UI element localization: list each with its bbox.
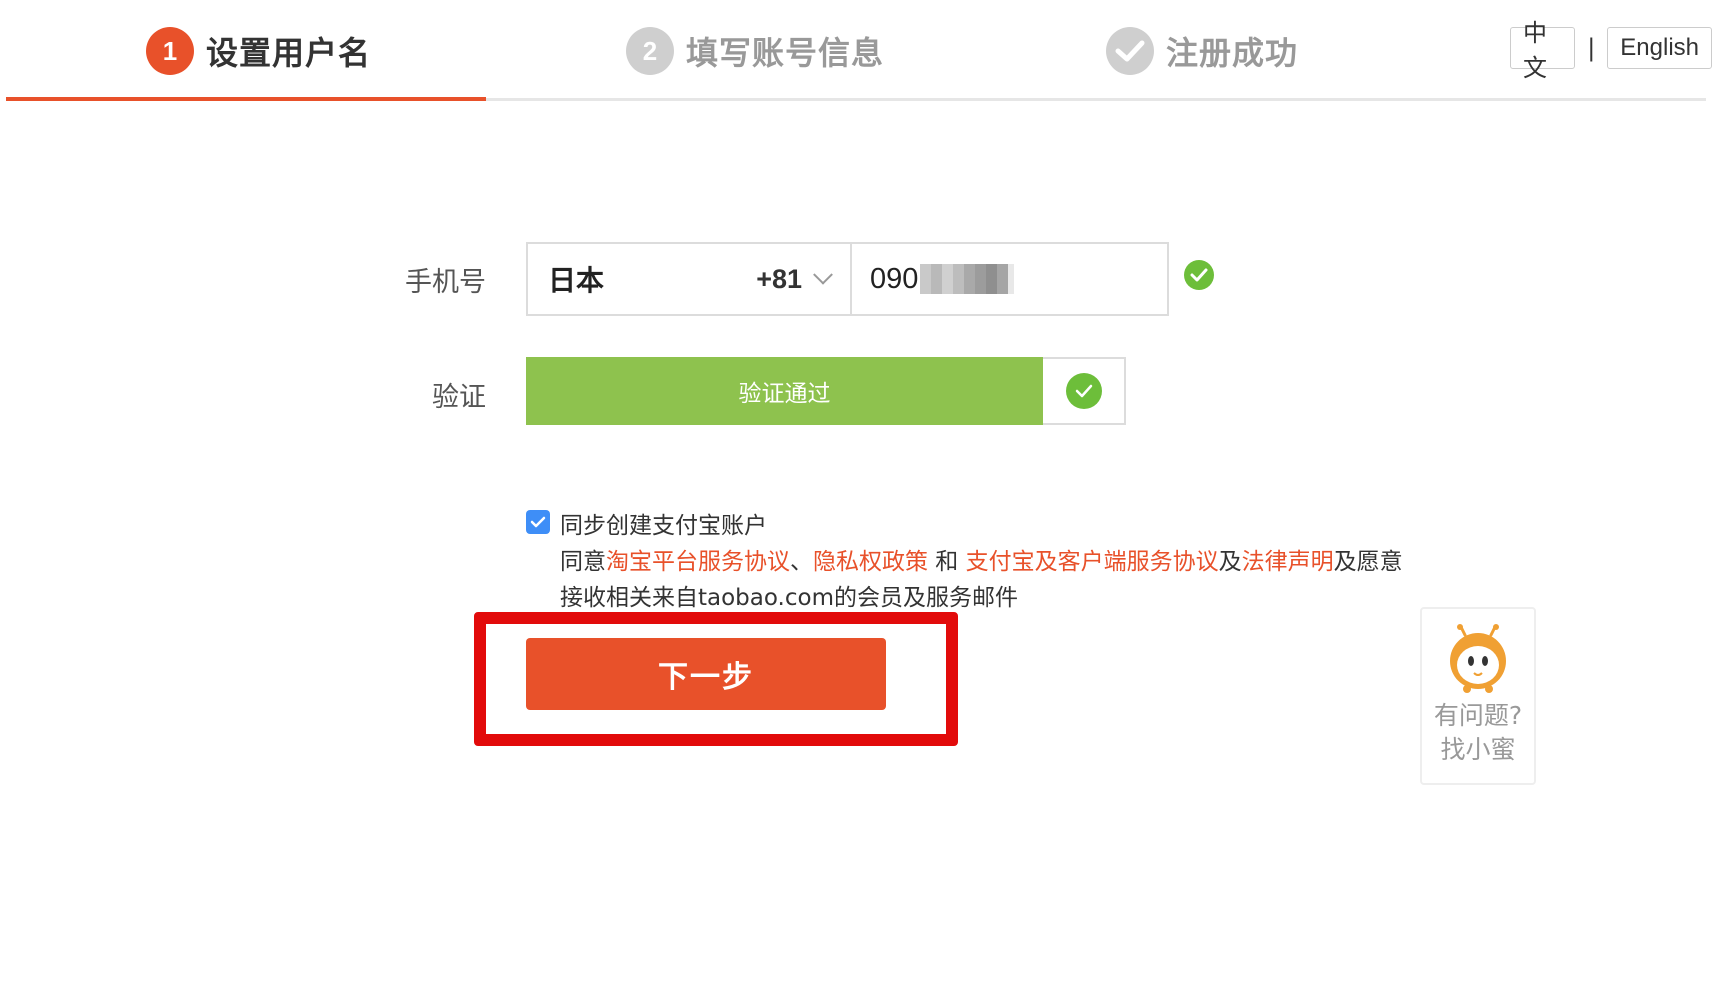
phone-valid-icon	[1184, 260, 1214, 290]
taobao-terms-link[interactable]: 淘宝平台服务协议	[606, 549, 790, 575]
assistant-mascot-icon	[1450, 624, 1506, 693]
phone-input-group: 日本 +81 090	[526, 242, 1169, 316]
step-1: 1 设置用户名	[146, 26, 371, 76]
verify-check-box	[1043, 357, 1126, 425]
step-2-number: 2	[626, 27, 674, 75]
country-code: +81	[756, 263, 802, 294]
alipay-sync-label: 同步创建支付宝账户	[560, 513, 767, 539]
language-switcher: 中文 | English	[1510, 20, 1712, 82]
alipay-terms-link[interactable]: 支付宝及客户端服务协议	[966, 549, 1219, 575]
help-assistant-widget[interactable]: 有问题? 找小蜜	[1420, 607, 1536, 785]
legal-statement-link[interactable]: 法律声明	[1242, 549, 1334, 575]
step-2: 2 填写账号信息	[626, 26, 884, 76]
redacted-number-mask	[920, 264, 1015, 294]
verify-status: 验证通过	[526, 357, 1043, 425]
agree-sep: 、	[790, 549, 813, 575]
help-line-2: 找小蜜	[1440, 735, 1516, 764]
agreement-line: 同意淘宝平台服务协议、隐私权政策 和 支付宝及客户端服务协议及法律声明及愿意	[560, 544, 1460, 580]
alipay-sync-checkbox[interactable]	[526, 510, 550, 534]
step-1-number: 1	[146, 27, 194, 75]
chevron-down-icon	[813, 264, 833, 285]
next-step-button[interactable]: 下一步	[526, 638, 886, 710]
step-3: 注册成功	[1106, 26, 1298, 76]
step-1-label: 设置用户名	[206, 34, 372, 72]
phone-number-value: 090	[870, 262, 919, 295]
step-progress-active	[6, 97, 486, 101]
agree-prefix: 同意	[560, 549, 606, 575]
agreement-email-line: 接收相关来自taobao.com的会员及服务邮件	[560, 585, 1018, 611]
country-select[interactable]: 日本 +81	[528, 244, 852, 314]
step-3-label: 注册成功	[1166, 34, 1299, 72]
lang-english-button[interactable]: English	[1607, 27, 1712, 69]
agree-and2: 及	[1218, 549, 1242, 575]
step-2-label: 填写账号信息	[686, 34, 885, 72]
agree-and: 和	[928, 549, 966, 575]
privacy-policy-link[interactable]: 隐私权政策	[813, 549, 928, 575]
registration-steps: 1 设置用户名 2 填写账号信息 注册成功 中文 | English	[0, 0, 1712, 102]
verified-check-icon	[1065, 373, 1102, 409]
verify-label: 验证	[432, 382, 486, 413]
help-line-1: 有问题?	[1433, 701, 1523, 730]
agree-suffix: 及愿意	[1333, 549, 1403, 575]
check-icon	[1106, 27, 1154, 75]
phone-number-input[interactable]: 090	[852, 244, 1167, 314]
agreement-text: 同步创建支付宝账户 同意淘宝平台服务协议、隐私权政策 和 支付宝及客户端服务协议…	[560, 508, 1460, 616]
verify-slider: 验证通过	[526, 357, 1126, 425]
help-text: 有问题? 找小蜜	[1434, 699, 1522, 767]
lang-separator: |	[1587, 34, 1596, 62]
lang-chinese-button[interactable]: 中文	[1510, 20, 1576, 82]
phone-label: 手机号	[405, 267, 486, 298]
country-name: 日本	[548, 264, 605, 297]
